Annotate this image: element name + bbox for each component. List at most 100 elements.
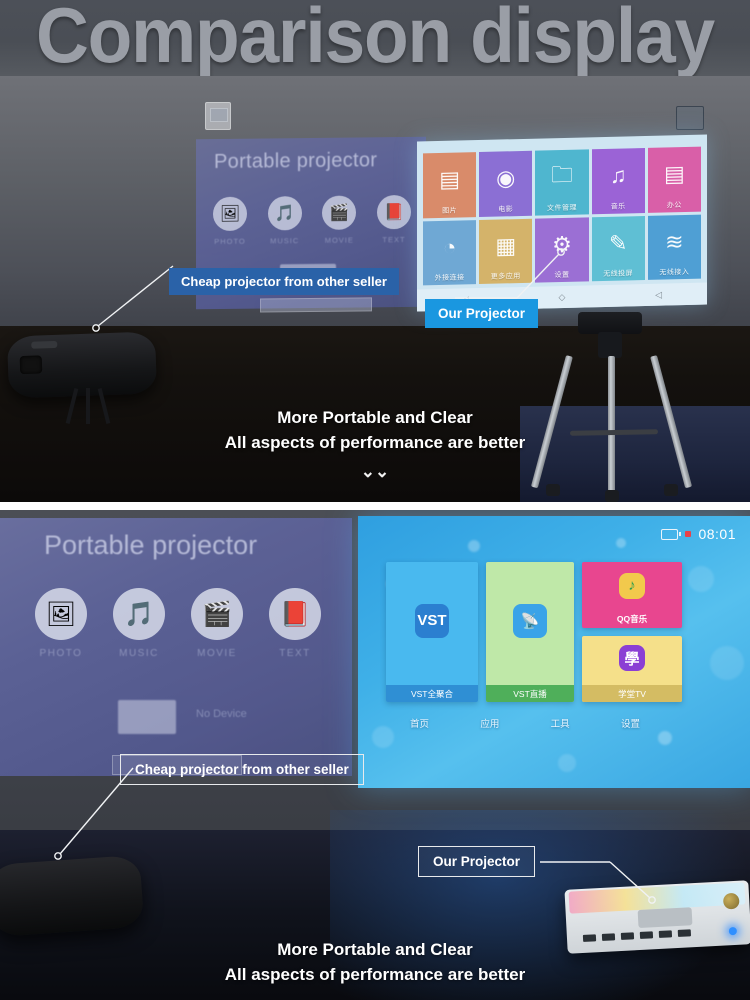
tile-office[interactable]: ▤ 办公 [647, 146, 701, 213]
dim-icon-movie: 🎬 MOVIE [319, 195, 359, 245]
projector-lens [19, 355, 43, 375]
callout-text: Our Projector [438, 306, 526, 321]
dim-icon-music: 🎵 MUSIC [106, 588, 172, 659]
callout-text: Cheap projector from other seller [135, 762, 349, 777]
status-time: 08:01 [698, 526, 736, 542]
app-tile-label: QQ音乐 [616, 614, 648, 624]
nav-item-settings[interactable]: 设置 [621, 716, 640, 730]
folder-icon: 🗀 [550, 161, 573, 188]
nav-item-home[interactable]: 首页 [410, 716, 429, 730]
caption-line-1-top: More Portable and Clear [277, 408, 473, 427]
bright-projection-top: ▤ 图片 ◉ 电影 🗀 文件管理 ♫ 音乐 ▤ 办公 ◔ 外接连接 ▦ 更多应用… [417, 134, 707, 312]
dim-icon-label: PHOTO [39, 648, 83, 659]
page-title: Comparison display [35, 0, 715, 76]
dim-icon-text: 📕 TEXT [262, 588, 328, 659]
dim-icon-label: MUSIC [119, 648, 159, 659]
dim-projection-icon-row: 🖼 PHOTO 🎵 MUSIC 🎬 MOVIE 📕 TEXT [210, 194, 414, 247]
photo-icon: 🖼 [213, 196, 247, 232]
projector-knob [31, 340, 58, 349]
focus-dial [722, 892, 740, 910]
app-tile-label: VST直播 [486, 685, 574, 702]
wall-plate-icon [676, 106, 704, 130]
dim-icon-music: 🎵 MUSIC [265, 196, 305, 245]
xuetang-icon: 學 [619, 645, 645, 672]
tripod-neck [598, 332, 622, 358]
gear-icon: ⚙ [552, 231, 572, 257]
tile-movie[interactable]: ◉ 电影 [479, 150, 533, 217]
music-icon: 🎵 [113, 588, 165, 640]
film-reel-icon: ◉ [496, 165, 516, 191]
caption-line-2-bottom: All aspects of performance are better [224, 965, 526, 984]
wifi-icon: ≋ [665, 228, 684, 255]
tripod-foot [605, 490, 619, 502]
movie-icon: 🎬 [322, 195, 357, 230]
callout-cheap-projector-bottom[interactable]: Cheap projector from other seller [120, 754, 364, 785]
app-tile-grid: VST VST全聚合 📡 VST直播 ♪ QQ音乐 學 学堂TV [386, 562, 686, 702]
photos-icon: ▤ [439, 166, 460, 193]
dim-icon-label: PHOTO [214, 236, 246, 247]
satellite-dish-icon: 📡 [513, 603, 547, 638]
power-led-icon [728, 926, 738, 936]
comparison-display-page: Comparison display Portable projector 🖼 … [0, 0, 750, 1000]
dim-icon-label: MOVIE [324, 235, 354, 245]
comparison-photo-bottom: Portable projector 🖼 PHOTO 🎵 MUSIC 🎬 MOV… [0, 510, 750, 1000]
clock-icon: ◔ [442, 234, 457, 260]
callout-our-projector-bottom[interactable]: Our Projector [418, 846, 536, 877]
document-icon: ▤ [663, 161, 685, 187]
tile-settings[interactable]: ⚙ 设置 [535, 216, 589, 283]
tripod-mounted-projector [578, 312, 642, 334]
text-icon: 📕 [376, 194, 411, 230]
dim-projection-title: Portable projector [214, 149, 378, 174]
tile-grid: ▤ 图片 ◉ 电影 🗀 文件管理 ♫ 音乐 ▤ 办公 ◔ 外接连接 ▦ 更多应用… [423, 146, 701, 286]
device-thumbnail [118, 700, 176, 734]
menu-control-icon[interactable]: ◁ [655, 289, 662, 300]
tripod-foot [546, 484, 560, 496]
home-control-icon[interactable]: ◇ [559, 291, 566, 302]
qq-music-icon: ♪ [619, 572, 645, 599]
pen-icon: ✎ [608, 229, 628, 256]
chevron-down-icon[interactable]: ⌄⌄ [0, 463, 750, 480]
dim-icon-label: TEXT [382, 235, 406, 245]
app-tile-vst-aggregate[interactable]: VST VST全聚合 [386, 562, 478, 702]
callout-cheap-projector-top[interactable]: Cheap projector from other seller [169, 268, 399, 295]
music-icon: 🎵 [267, 196, 302, 231]
nav-item-tools[interactable]: 工具 [551, 716, 570, 730]
launcher-nav: 首页 应用 工具 设置 [410, 716, 640, 730]
dim-projection-title: Portable projector [44, 530, 258, 560]
battery-icon [661, 528, 681, 540]
caption-line-2-top: All aspects of performance are better [224, 433, 526, 452]
tripod-foot [664, 484, 678, 496]
music-note-icon: ♫ [609, 162, 627, 188]
tile-file-manager[interactable]: 🗀 文件管理 [535, 149, 589, 216]
tile-photos[interactable]: ▤ 图片 [423, 152, 477, 218]
dim-projection-bottom: Portable projector 🖼 PHOTO 🎵 MUSIC 🎬 MOV… [0, 518, 352, 776]
comparison-photo-top: Portable projector 🖼 PHOTO 🎵 MUSIC 🎬 MOV… [0, 76, 750, 502]
dim-icon-label: MUSIC [270, 236, 300, 246]
panel-divider [0, 502, 750, 510]
dim-icon-text: 📕 TEXT [374, 194, 414, 245]
bright-projection-bottom: 08:01 VST VST全聚合 📡 VST直播 ♪ QQ音乐 學 学堂TV 首… [358, 516, 750, 788]
dim-icon-photo: 🖼 PHOTO [28, 588, 94, 659]
callout-text: Cheap projector from other seller [181, 274, 387, 289]
app-tile-label: 学堂TV [582, 685, 682, 702]
projector-panel [637, 907, 693, 929]
tile-external-connect[interactable]: ◔ 外接连接 [423, 219, 477, 286]
dim-projection-icon-row: 🖼 PHOTO 🎵 MUSIC 🎬 MOVIE 📕 TEXT [28, 588, 328, 659]
photo-icon: 🖼 [35, 588, 87, 640]
tile-wireless-cast[interactable]: ✎ 无线投屏 [591, 215, 645, 282]
dim-icon-label: MOVIE [197, 648, 237, 659]
nav-item-apps[interactable]: 应用 [480, 716, 499, 730]
text-icon: 📕 [269, 588, 321, 640]
app-tile-vst-live[interactable]: 📡 VST直播 [486, 562, 574, 702]
tile-music[interactable]: ♫ 音乐 [591, 147, 645, 214]
app-tile-qq-music[interactable]: ♪ QQ音乐 [582, 562, 682, 628]
app-tile-xuetang-tv[interactable]: 學 学堂TV [582, 636, 682, 702]
vst-icon: VST [415, 603, 449, 638]
callout-our-projector-top[interactable]: Our Projector [425, 299, 539, 328]
tile-wireless-access[interactable]: ≋ 无线接入 [647, 214, 701, 280]
grid-icon: ▦ [495, 232, 517, 259]
caption-line-1-bottom: More Portable and Clear [277, 940, 473, 959]
tile-more-apps[interactable]: ▦ 更多应用 [479, 218, 533, 285]
header-banner: Comparison display [0, 0, 750, 76]
movie-icon: 🎬 [191, 588, 243, 640]
